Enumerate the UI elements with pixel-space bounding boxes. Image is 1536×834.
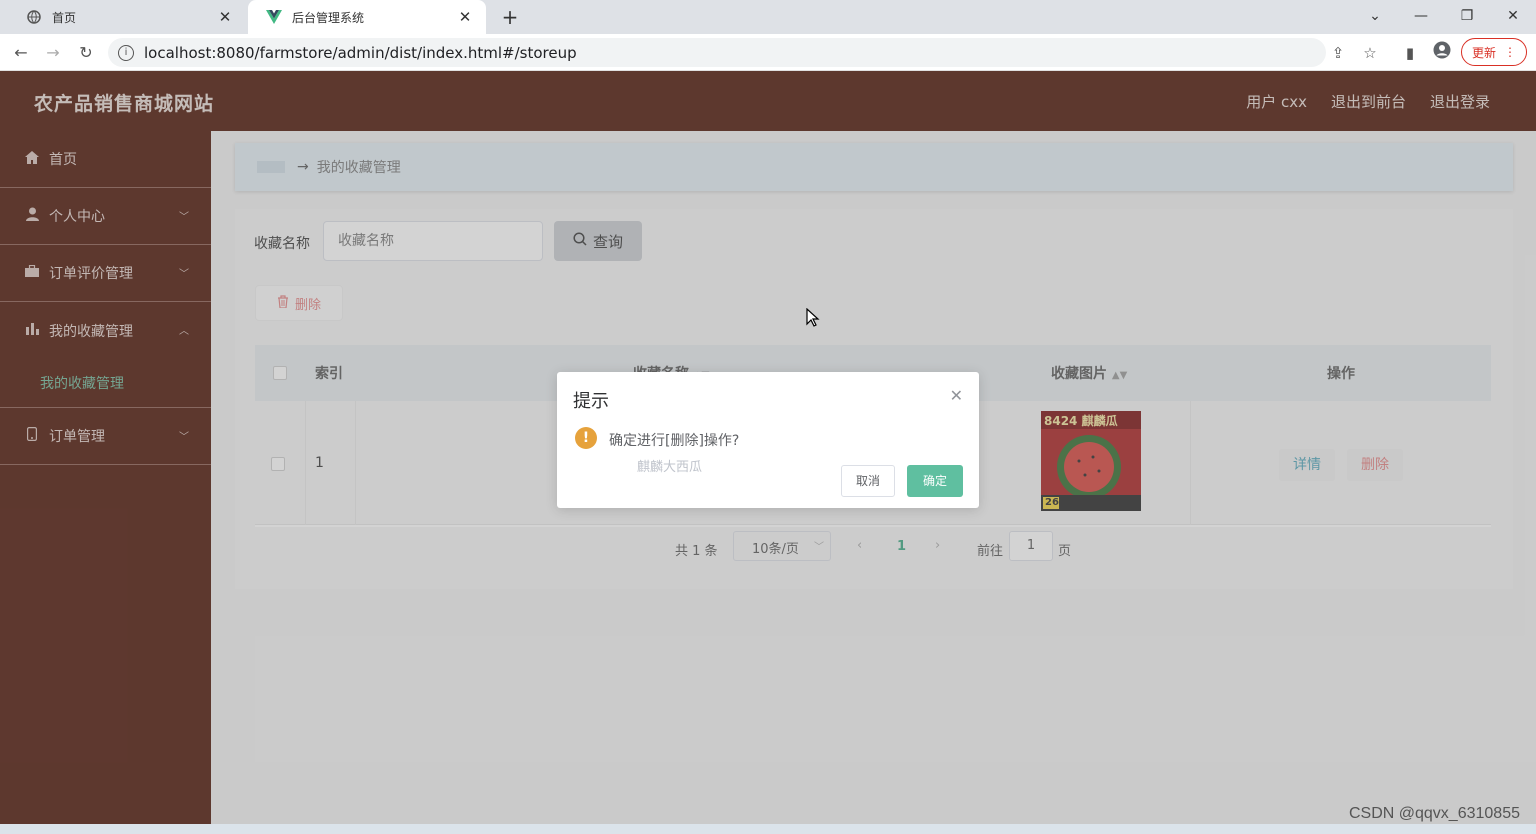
close-icon[interactable]: ✕ <box>456 8 474 26</box>
back-arrow-icon[interactable]: ← <box>8 40 34 66</box>
watermark: CSDN @qqvx_6310855 <box>1348 805 1520 822</box>
globe-icon <box>26 9 42 25</box>
browser-tab-title: 首页 <box>52 10 77 25</box>
address-bar[interactable]: i localhost:8080/farmstore/admin/dist/in… <box>108 38 1326 67</box>
restore-icon[interactable]: ❐ <box>1444 0 1490 34</box>
forward-arrow-icon[interactable]: → <box>40 40 66 66</box>
close-icon[interactable]: ✕ <box>950 386 963 405</box>
new-tab-button[interactable]: + <box>498 5 522 29</box>
browser-tab-bar: 首页 ✕ 后台管理系统 ✕ + ⌄ — ❐ ✕ <box>0 0 1536 34</box>
confirm-dialog: 提示 ✕ ! 确定进行[删除]操作? 麒麟大西瓜 取消 确定 <box>557 372 979 508</box>
update-label: 更新 <box>1471 45 1496 60</box>
vue-logo-icon <box>266 9 282 25</box>
browser-tab-home[interactable]: 首页 ✕ <box>8 0 246 34</box>
minimize-icon[interactable]: — <box>1398 0 1444 34</box>
mouse-cursor-icon <box>806 308 820 327</box>
browser-toolbar: ← → ↻ i localhost:8080/farmstore/admin/d… <box>0 34 1536 71</box>
dialog-subtext: 麒麟大西瓜 <box>637 460 703 475</box>
window-close-icon[interactable]: ✕ <box>1490 0 1536 34</box>
confirm-button[interactable]: 确定 <box>907 465 963 497</box>
star-icon[interactable]: ☆ <box>1358 41 1382 65</box>
share-icon[interactable]: ⇪ <box>1326 41 1350 65</box>
more-vert-icon: ⋮ <box>1504 45 1516 59</box>
dialog-title: 提示 <box>573 391 609 412</box>
info-icon[interactable]: i <box>118 44 134 61</box>
side-panel-icon[interactable]: ▮ <box>1398 41 1422 65</box>
warning-icon: ! <box>575 427 597 449</box>
reload-icon[interactable]: ↻ <box>73 40 99 66</box>
chevron-down-icon[interactable]: ⌄ <box>1352 0 1398 34</box>
dialog-message: 确定进行[删除]操作? <box>609 433 740 449</box>
os-taskbar <box>0 824 1536 834</box>
close-icon[interactable]: ✕ <box>216 8 234 26</box>
profile-icon[interactable] <box>1430 41 1454 65</box>
url-text: localhost:8080/farmstore/admin/dist/inde… <box>144 43 577 62</box>
browser-tab-admin[interactable]: 后台管理系统 ✕ <box>248 0 486 34</box>
update-button[interactable]: 更新 ⋮ <box>1461 38 1527 66</box>
cancel-button[interactable]: 取消 <box>841 465 895 497</box>
browser-tab-title: 后台管理系统 <box>292 10 365 25</box>
